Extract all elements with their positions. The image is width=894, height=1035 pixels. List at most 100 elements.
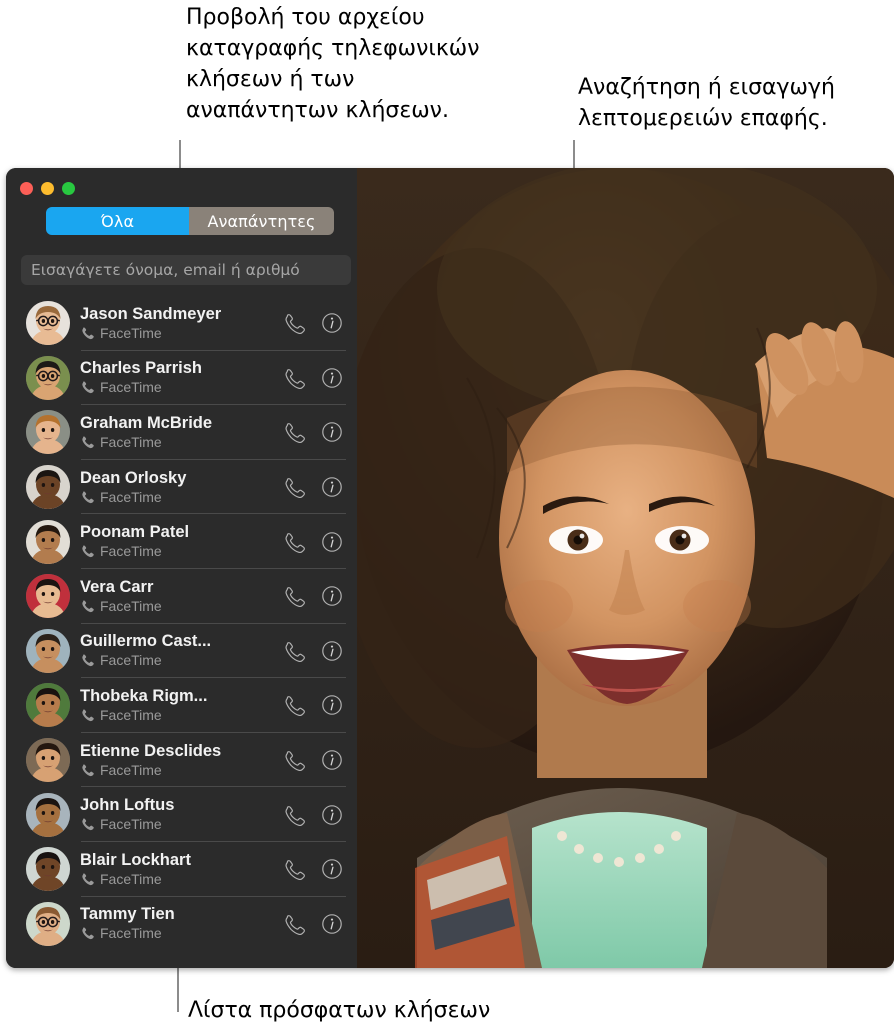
phone-handset-icon[interactable]: [283, 531, 305, 553]
call-type-label: FaceTime: [100, 597, 162, 614]
phone-handset-icon: [80, 926, 95, 941]
contact-avatar: [26, 628, 70, 673]
contact-avatar: [26, 465, 70, 510]
call-subtitle: FaceTime: [80, 871, 283, 888]
call-item-actions: [283, 804, 357, 826]
phone-handset-icon[interactable]: [283, 640, 305, 662]
call-list-item[interactable]: Poonam Patel FaceTime: [6, 514, 357, 569]
call-item-text: Graham McBride FaceTime: [80, 414, 283, 451]
call-item-actions: [283, 531, 357, 553]
call-list-item[interactable]: John Loftus FaceTime: [6, 787, 357, 842]
call-subtitle: FaceTime: [80, 925, 283, 942]
call-list-item[interactable]: Charles Parrish FaceTime: [6, 351, 357, 406]
call-item-actions: [283, 640, 357, 662]
contact-avatar: [26, 847, 70, 892]
contact-name: Etienne Desclides: [80, 741, 222, 760]
contact-name: Graham McBride: [80, 413, 213, 432]
call-type-label: FaceTime: [100, 870, 162, 887]
call-type-label: FaceTime: [100, 488, 162, 505]
info-circle-icon[interactable]: [321, 531, 343, 553]
call-item-actions: [283, 312, 357, 335]
call-subtitle: FaceTime: [80, 543, 283, 560]
call-item-text: Dean Orlosky FaceTime: [80, 469, 283, 506]
contact-name: Jason Sandmeyer: [80, 304, 222, 323]
annotation-calls-log: Προβολή του αρχείου καταγραφής τηλεφωνικ…: [186, 5, 480, 123]
contact-avatar: [26, 410, 70, 455]
phone-handset-icon[interactable]: [283, 858, 305, 881]
contact-name: Dean Orlosky: [80, 468, 187, 487]
call-subtitle: FaceTime: [80, 379, 283, 396]
info-circle-icon[interactable]: [321, 421, 343, 443]
call-item-text: Thobeka Rigm... FaceTime: [80, 687, 283, 724]
call-list-item[interactable]: Tammy Tien FaceTime: [6, 897, 357, 952]
tab-missed-calls[interactable]: Αναπάντητες: [189, 207, 334, 235]
calls-filter-segmented-control[interactable]: Όλα Αναπάντητες: [46, 207, 334, 235]
contact-avatar: [26, 683, 70, 728]
phone-handset-icon[interactable]: [283, 694, 305, 717]
call-list-item[interactable]: Etienne Desclides FaceTime: [6, 733, 357, 788]
info-circle-icon[interactable]: [321, 312, 343, 334]
call-list-item[interactable]: Dean Orlosky FaceTime: [6, 460, 357, 515]
sidebar: Όλα Αναπάντητες Εισαγάγετε όνομα, email …: [6, 168, 357, 968]
phone-handset-icon[interactable]: [283, 913, 305, 935]
contact-avatar: [26, 792, 70, 837]
call-item-text: Etienne Desclides FaceTime: [80, 742, 283, 779]
info-circle-icon[interactable]: [321, 749, 343, 771]
phone-handset-icon: [80, 653, 95, 668]
call-list-item[interactable]: Jason Sandmeyer FaceTime: [6, 296, 357, 351]
phone-handset-icon: [80, 544, 95, 559]
phone-handset-icon: [80, 490, 95, 505]
search-input[interactable]: Εισαγάγετε όνομα, email ή αριθμό: [21, 255, 351, 285]
zoom-button[interactable]: [62, 182, 75, 195]
annotation-recents-list: Λίστα πρόσφατων κλήσεων: [188, 998, 491, 1023]
call-list-item[interactable]: Graham McBride FaceTime: [6, 405, 357, 460]
call-item-actions: [283, 367, 357, 389]
call-type-label: FaceTime: [100, 433, 162, 450]
call-item-actions: [283, 858, 357, 881]
close-button[interactable]: [20, 182, 33, 195]
call-list-item[interactable]: Vera Carr FaceTime: [6, 569, 357, 624]
call-subtitle: FaceTime: [80, 816, 283, 833]
info-circle-icon[interactable]: [321, 804, 343, 826]
phone-handset-icon[interactable]: [283, 585, 305, 608]
call-list-item[interactable]: Thobeka Rigm... FaceTime: [6, 678, 357, 733]
phone-handset-icon[interactable]: [283, 749, 305, 772]
phone-handset-icon[interactable]: [283, 312, 305, 335]
info-circle-icon[interactable]: [321, 913, 343, 935]
contact-name: Vera Carr: [80, 577, 154, 596]
facetime-window: Όλα Αναπάντητες Εισαγάγετε όνομα, email …: [6, 168, 894, 968]
recent-calls-list[interactable]: Jason Sandmeyer FaceTime Charles Parrish…: [6, 296, 357, 968]
info-circle-icon[interactable]: [321, 640, 343, 662]
video-preview-panel[interactable]: [357, 168, 894, 968]
phone-handset-icon[interactable]: [283, 367, 305, 389]
call-type-label: FaceTime: [100, 652, 162, 669]
contact-avatar: [26, 901, 70, 946]
call-type-label: FaceTime: [100, 816, 162, 833]
call-item-text: Guillermo Cast... FaceTime: [80, 632, 283, 669]
contact-avatar: [26, 574, 70, 619]
call-item-actions: [283, 421, 357, 444]
tab-all-calls[interactable]: Όλα: [46, 207, 189, 235]
info-circle-icon[interactable]: [321, 476, 343, 498]
call-item-text: Jason Sandmeyer FaceTime: [80, 305, 283, 342]
call-subtitle: FaceTime: [80, 598, 283, 615]
call-list-item[interactable]: Guillermo Cast... FaceTime: [6, 624, 357, 679]
phone-handset-icon[interactable]: [283, 421, 305, 444]
call-item-text: Tammy Tien FaceTime: [80, 905, 283, 942]
info-circle-icon[interactable]: [321, 858, 343, 880]
info-circle-icon[interactable]: [321, 367, 343, 389]
call-item-text: Blair Lockhart FaceTime: [80, 851, 283, 888]
minimize-button[interactable]: [41, 182, 54, 195]
info-circle-icon[interactable]: [321, 694, 343, 716]
phone-handset-icon: [80, 872, 95, 887]
info-circle-icon[interactable]: [321, 585, 343, 607]
phone-handset-icon: [80, 380, 95, 395]
phone-handset-icon[interactable]: [283, 476, 305, 499]
contact-name: John Loftus: [80, 796, 175, 815]
contact-name: Tammy Tien: [80, 905, 175, 924]
phone-handset-icon: [80, 817, 95, 832]
contact-name: Guillermo Cast...: [80, 632, 212, 651]
phone-handset-icon[interactable]: [283, 804, 305, 826]
call-list-item[interactable]: Blair Lockhart FaceTime: [6, 842, 357, 897]
contact-avatar: [26, 355, 70, 400]
